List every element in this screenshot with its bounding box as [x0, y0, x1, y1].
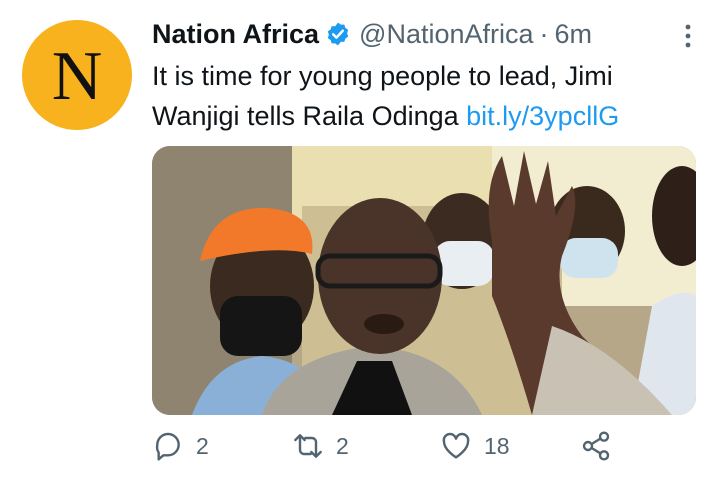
share-button[interactable]	[580, 428, 612, 464]
reply-icon	[155, 432, 180, 461]
retweet-count: 2	[336, 432, 349, 459]
reply-button[interactable]: 2	[152, 428, 209, 464]
photo-illustration	[152, 146, 696, 415]
share-icon	[582, 431, 610, 461]
avatar[interactable]: N	[22, 20, 132, 130]
reply-count: 2	[196, 432, 209, 459]
tweet-header: Nation Africa @NationAfrica · 6m	[152, 14, 700, 54]
separator-dot: ·	[539, 18, 549, 49]
tweet-link[interactable]: bit.ly/3ypcllG	[466, 101, 619, 131]
tweet-text: It is time for young people to lead, Jim…	[152, 56, 697, 136]
tweet-actions: 2 2 18	[152, 428, 696, 464]
like-button[interactable]: 18	[440, 428, 510, 464]
tweet-photo[interactable]	[152, 146, 696, 415]
account-name[interactable]: Nation Africa	[152, 19, 319, 50]
avatar-letter: N	[51, 38, 103, 115]
retweet-button[interactable]: 2	[292, 428, 349, 464]
timestamp[interactable]: 6m	[555, 19, 593, 50]
account-handle[interactable]: @NationAfrica	[359, 19, 533, 50]
like-count: 18	[484, 432, 510, 459]
like-icon	[442, 432, 470, 459]
more-icon[interactable]	[676, 22, 700, 50]
verified-badge-icon	[327, 22, 349, 46]
retweet-icon	[294, 434, 322, 458]
